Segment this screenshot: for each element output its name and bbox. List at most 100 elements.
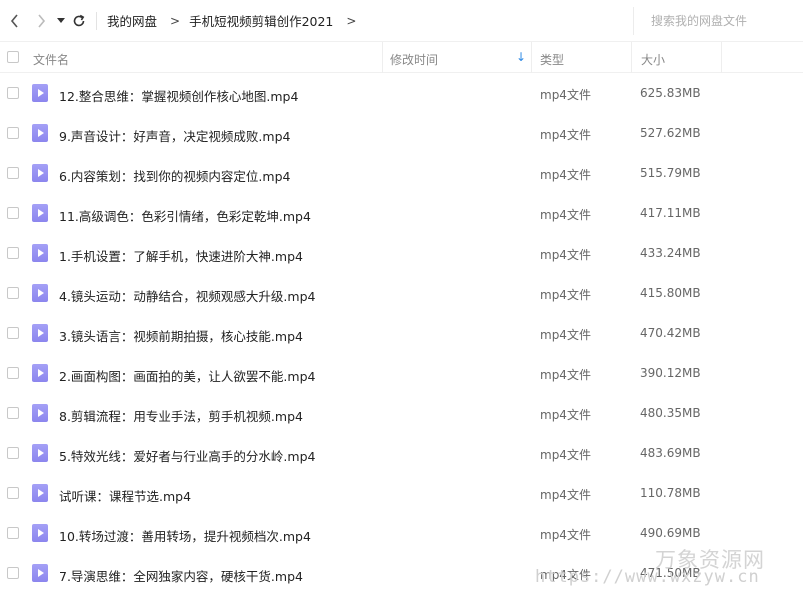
video-file-icon xyxy=(32,324,48,342)
file-type: mp4文件 xyxy=(540,128,591,142)
file-row[interactable]: 12.整合思维：掌握视频创作核心地图.mp4 mp4文件 625.83MB xyxy=(0,73,803,113)
video-file-icon xyxy=(32,84,48,102)
file-type: mp4文件 xyxy=(540,408,591,422)
file-type: mp4文件 xyxy=(540,288,591,302)
video-file-icon xyxy=(32,524,48,542)
column-header-type[interactable]: 类型 xyxy=(540,51,564,68)
search-box xyxy=(633,6,803,35)
row-checkbox[interactable] xyxy=(7,167,19,179)
file-row[interactable]: 3.镜头语言：视频前期拍摄，核心技能.mp4 mp4文件 470.42MB xyxy=(0,313,803,353)
history-dropdown-icon[interactable] xyxy=(54,8,68,34)
file-row[interactable]: 2.画面构图：画面拍的美，让人欲罢不能.mp4 mp4文件 390.12MB xyxy=(0,353,803,393)
row-checkbox[interactable] xyxy=(7,527,19,539)
file-type: mp4文件 xyxy=(540,528,591,542)
column-divider[interactable] xyxy=(531,42,532,73)
row-checkbox[interactable] xyxy=(7,407,19,419)
sort-descending-icon[interactable]: ↓ xyxy=(516,50,526,64)
file-row[interactable]: 8.剪辑流程：用专业手法，剪手机视频.mp4 mp4文件 480.35MB xyxy=(0,393,803,433)
file-size: 625.83MB xyxy=(640,86,701,100)
breadcrumb-separator: > xyxy=(170,13,181,28)
search-input[interactable] xyxy=(651,13,801,28)
file-name[interactable]: 8.剪辑流程：用专业手法，剪手机视频.mp4 xyxy=(59,406,303,425)
video-file-icon xyxy=(32,164,48,182)
file-type: mp4文件 xyxy=(540,368,591,382)
row-checkbox[interactable] xyxy=(7,247,19,259)
file-name[interactable]: 3.镜头语言：视频前期拍摄，核心技能.mp4 xyxy=(59,326,303,345)
breadcrumb-item-root[interactable]: 我的网盘 xyxy=(107,11,157,30)
file-size: 471.50MB xyxy=(640,566,701,580)
video-file-icon xyxy=(32,124,48,142)
file-size: 490.69MB xyxy=(640,526,701,540)
file-name[interactable]: 9.声音设计：好声音，决定视频成败.mp4 xyxy=(59,126,290,145)
file-size: 515.79MB xyxy=(640,166,701,180)
video-file-icon xyxy=(32,404,48,422)
row-checkbox[interactable] xyxy=(7,367,19,379)
file-size: 415.80MB xyxy=(640,286,701,300)
file-type: mp4文件 xyxy=(540,248,591,262)
video-file-icon xyxy=(32,364,48,382)
file-row[interactable]: 9.声音设计：好声音，决定视频成败.mp4 mp4文件 527.62MB xyxy=(0,113,803,153)
breadcrumb-item-folder[interactable]: 手机短视频剪辑创作2021 xyxy=(189,11,333,30)
file-row[interactable]: 6.内容策划：找到你的视频内容定位.mp4 mp4文件 515.79MB xyxy=(0,153,803,193)
column-divider[interactable] xyxy=(721,42,722,73)
file-size: 527.62MB xyxy=(640,126,701,140)
back-arrow-icon[interactable] xyxy=(2,8,28,34)
file-size: 470.42MB xyxy=(640,326,701,340)
file-type: mp4文件 xyxy=(540,88,591,102)
row-checkbox[interactable] xyxy=(7,327,19,339)
file-row[interactable]: 1.手机设置：了解手机，快速进阶大神.mp4 mp4文件 433.24MB xyxy=(0,233,803,273)
file-type: mp4文件 xyxy=(540,448,591,462)
file-size: 483.69MB xyxy=(640,446,701,460)
file-name[interactable]: 4.镜头运动：动静结合，视频观感大升级.mp4 xyxy=(59,286,315,305)
file-size: 417.11MB xyxy=(640,206,701,220)
video-file-icon xyxy=(32,204,48,222)
breadcrumb: 我的网盘 > 手机短视频剪辑创作2021 > xyxy=(107,11,633,30)
row-checkbox[interactable] xyxy=(7,87,19,99)
video-file-icon xyxy=(32,484,48,502)
file-type: mp4文件 xyxy=(540,208,591,222)
video-file-icon xyxy=(32,444,48,462)
file-type: mp4文件 xyxy=(540,328,591,342)
list-header: 文件名 修改时间 ↓ 类型 大小 xyxy=(0,41,803,73)
file-name[interactable]: 试听课：课程节选.mp4 xyxy=(59,486,191,505)
file-type: mp4文件 xyxy=(540,568,591,582)
file-size: 110.78MB xyxy=(640,486,701,500)
file-name[interactable]: 11.高级调色：色彩引情绪，色彩定乾坤.mp4 xyxy=(59,206,311,225)
video-file-icon xyxy=(32,564,48,582)
refresh-icon[interactable] xyxy=(68,8,90,34)
column-divider[interactable] xyxy=(382,42,383,73)
row-checkbox[interactable] xyxy=(7,567,19,579)
file-name[interactable]: 12.整合思维：掌握视频创作核心地图.mp4 xyxy=(59,86,298,105)
file-size: 390.12MB xyxy=(640,366,701,380)
file-name[interactable]: 7.导演思维：全网独家内容，硬核干货.mp4 xyxy=(59,566,303,585)
select-all-checkbox[interactable] xyxy=(7,51,19,63)
column-header-modified[interactable]: 修改时间 xyxy=(390,51,438,68)
file-name[interactable]: 5.特效光线：爱好者与行业高手的分水岭.mp4 xyxy=(59,446,315,465)
column-divider[interactable] xyxy=(631,42,632,73)
file-type: mp4文件 xyxy=(540,168,591,182)
row-checkbox[interactable] xyxy=(7,487,19,499)
row-checkbox[interactable] xyxy=(7,447,19,459)
breadcrumb-separator[interactable]: > xyxy=(346,14,356,28)
row-checkbox[interactable] xyxy=(7,127,19,139)
file-name[interactable]: 6.内容策划：找到你的视频内容定位.mp4 xyxy=(59,166,290,185)
forward-arrow-icon[interactable] xyxy=(28,8,54,34)
toolbar: 我的网盘 > 手机短视频剪辑创作2021 > xyxy=(0,0,803,41)
video-file-icon xyxy=(32,284,48,302)
file-row[interactable]: 试听课：课程节选.mp4 mp4文件 110.78MB xyxy=(0,473,803,513)
toolbar-divider xyxy=(96,11,97,30)
file-row[interactable]: 5.特效光线：爱好者与行业高手的分水岭.mp4 mp4文件 483.69MB xyxy=(0,433,803,473)
file-name[interactable]: 1.手机设置：了解手机，快速进阶大神.mp4 xyxy=(59,246,303,265)
file-size: 433.24MB xyxy=(640,246,701,260)
row-checkbox[interactable] xyxy=(7,287,19,299)
file-type: mp4文件 xyxy=(540,488,591,502)
column-header-name[interactable]: 文件名 xyxy=(33,51,69,68)
column-header-size[interactable]: 大小 xyxy=(641,51,665,68)
row-checkbox[interactable] xyxy=(7,207,19,219)
file-row[interactable]: 11.高级调色：色彩引情绪，色彩定乾坤.mp4 mp4文件 417.11MB xyxy=(0,193,803,233)
file-row[interactable]: 10.转场过渡：善用转场，提升视频档次.mp4 mp4文件 490.69MB xyxy=(0,513,803,553)
file-name[interactable]: 10.转场过渡：善用转场，提升视频档次.mp4 xyxy=(59,526,311,545)
file-row[interactable]: 7.导演思维：全网独家内容，硬核干货.mp4 mp4文件 471.50MB xyxy=(0,553,803,593)
file-name[interactable]: 2.画面构图：画面拍的美，让人欲罢不能.mp4 xyxy=(59,366,315,385)
file-row[interactable]: 4.镜头运动：动静结合，视频观感大升级.mp4 mp4文件 415.80MB xyxy=(0,273,803,313)
